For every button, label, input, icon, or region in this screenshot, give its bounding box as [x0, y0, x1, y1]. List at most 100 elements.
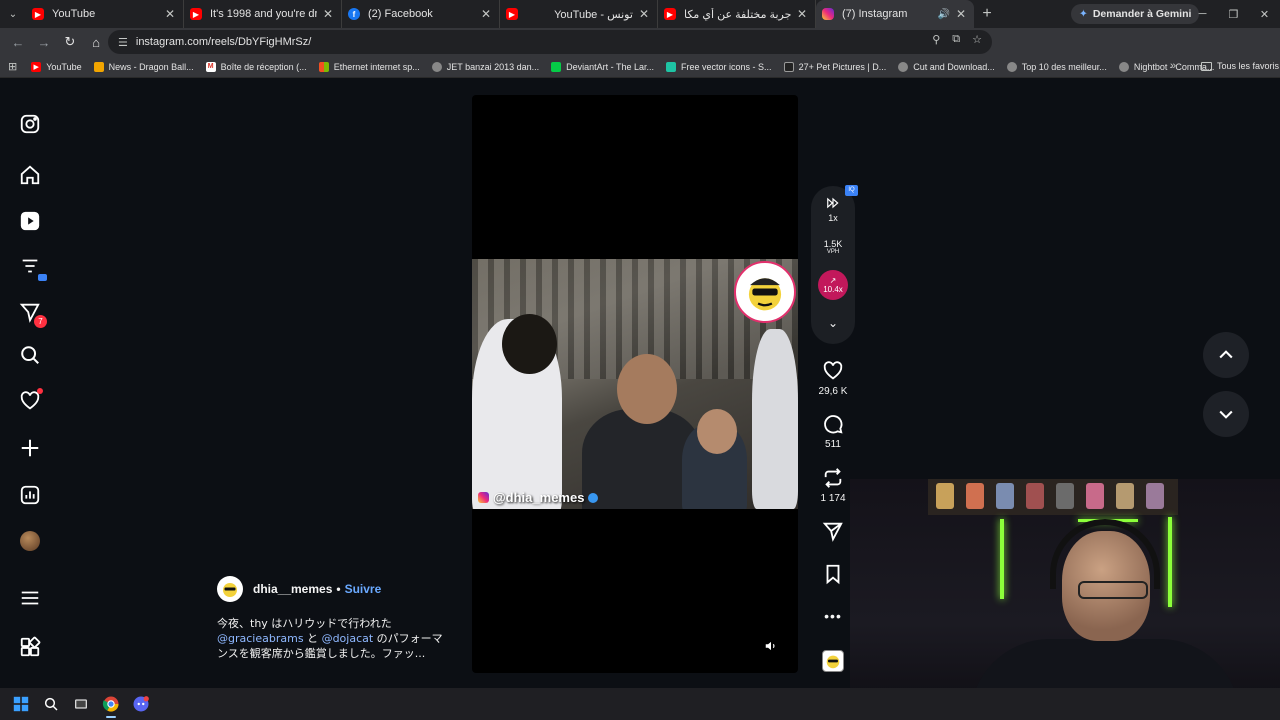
more-bookmarks-icon[interactable]: »	[1170, 60, 1176, 72]
bookmark-item[interactable]: Cut and Download...	[898, 61, 995, 72]
close-icon[interactable]: ✕	[956, 7, 966, 21]
bookmark-item[interactable]: 27+ Pet Pictures | D...	[783, 61, 886, 72]
back-icon[interactable]: ←	[6, 30, 30, 54]
globe-icon	[1118, 61, 1129, 72]
home-icon[interactable]: ⌂	[84, 30, 108, 54]
dashboard-icon[interactable]	[18, 483, 42, 507]
save-button[interactable]	[816, 563, 850, 589]
facebook-favicon-icon: f	[348, 8, 360, 20]
bookmark-item[interactable]: Ethernet internet sp...	[318, 61, 420, 72]
reel-player[interactable]: @dhia_memes	[472, 95, 798, 673]
audio-avatar[interactable]	[822, 650, 844, 672]
share-button[interactable]	[816, 520, 850, 546]
task-view-icon[interactable]	[66, 689, 96, 719]
home-icon[interactable]	[18, 163, 42, 187]
bookmark-item[interactable]: M Boîte de réception (...	[205, 61, 307, 72]
bookmark-item[interactable]: Top 10 des meilleur...	[1006, 61, 1107, 72]
bookmark-star-icon[interactable]: ☆	[972, 33, 982, 46]
repost-button[interactable]: 1 174	[816, 467, 850, 504]
forward-icon[interactable]: →	[32, 30, 56, 54]
youtube-favicon-icon: ▶	[506, 8, 518, 20]
more-menu-icon[interactable]	[18, 586, 42, 610]
mention-link[interactable]: @gracieabrams	[217, 632, 304, 645]
reel-stats-extension: 1x 1.5K VPH ↗ 10.4x ⌄	[811, 186, 855, 344]
address-bar[interactable]: ☰ instagram.com/reels/DbYFigHMrSz/ ⚲ ⧉ ☆	[108, 30, 992, 54]
vph-label: VPH	[826, 249, 840, 255]
like-button[interactable]: 29,6 K	[816, 360, 850, 397]
search-icon[interactable]	[18, 343, 42, 367]
search-icon[interactable]	[36, 689, 66, 719]
meme-face-sticker	[734, 261, 796, 323]
author-username[interactable]: dhia__memes	[253, 582, 332, 596]
collectible-figure	[1056, 483, 1074, 509]
browser-tab[interactable]: ▶ YouTube - تونس ✕	[500, 0, 658, 28]
bookmark-item[interactable]: DeviantArt - The Lar...	[551, 61, 654, 72]
more-options-icon[interactable]: •••	[816, 608, 850, 624]
messages-icon[interactable]: 7	[18, 300, 47, 328]
gemini-sparkle-icon: ✦	[1079, 8, 1088, 20]
gemini-button[interactable]: ✦ Demander à Gemini	[1071, 4, 1200, 24]
close-icon[interactable]: ✕	[481, 7, 491, 21]
instagram-logo-icon[interactable]	[18, 112, 42, 136]
author-avatar[interactable]	[217, 576, 243, 602]
zoom-icon[interactable]: ⚲	[932, 33, 940, 46]
headset	[1050, 519, 1160, 589]
bookmark-item[interactable]: News - Dragon Ball...	[93, 61, 194, 72]
speaker-icon[interactable]: 🔊	[937, 9, 949, 20]
bookmark-item[interactable]: Free vector icons - S...	[666, 61, 772, 72]
previous-reel-button[interactable]	[1203, 332, 1249, 378]
caption-text[interactable]: 今夜、thy はハリウッドで行われた @gracieabrams と @doja…	[217, 616, 457, 661]
reels-icon[interactable]	[18, 209, 42, 233]
chrome-taskbar-icon[interactable]	[96, 689, 126, 719]
gmail-icon: M	[205, 61, 216, 72]
browser-tab[interactable]: f (2) Facebook ✕	[342, 0, 500, 28]
bookmark-item[interactable]: JET banzai 2013 dan...	[431, 61, 540, 72]
messages-badge: 7	[34, 315, 47, 328]
volume-icon[interactable]	[764, 639, 780, 655]
bookmark-label: Cut and Download...	[913, 61, 995, 72]
windows-start-icon[interactable]	[6, 689, 36, 719]
multiplier-value: 10.4x	[823, 285, 843, 294]
close-icon[interactable]: ✕	[323, 7, 333, 21]
browser-tab[interactable]: ▶ YouTube ✕	[26, 0, 184, 28]
minimize-icon[interactable]: ─	[1187, 0, 1218, 28]
bookmark-item[interactable]: ▶ YouTube	[31, 61, 82, 72]
chevron-down-icon[interactable]: ⌄	[811, 316, 855, 330]
bookmark-label: JET banzai 2013 dan...	[446, 61, 540, 72]
site-info-icon[interactable]: ☰	[118, 36, 128, 49]
also-from-meta-icon[interactable]	[18, 635, 42, 659]
reel-video-frame[interactable]: @dhia_memes	[472, 259, 798, 509]
close-icon[interactable]: ✕	[165, 7, 175, 21]
mention-link[interactable]: @dojacat	[322, 632, 374, 645]
all-bookmarks-button[interactable]: Tous les favoris	[1201, 61, 1279, 71]
multiplier-badge[interactable]: ↗ 10.4x	[818, 270, 848, 300]
profile-avatar[interactable]	[18, 529, 42, 553]
comment-button[interactable]: 511	[816, 413, 850, 450]
bookmarks-bar: ⊞ ▶ YouTube News - Dragon Ball... M Boîte …	[0, 56, 1280, 78]
close-icon[interactable]: ✕	[639, 7, 649, 21]
follow-button[interactable]: Suivre	[345, 582, 382, 596]
close-icon[interactable]: ✕	[797, 7, 807, 21]
window-controls: ─ ❐ ✕	[1187, 0, 1280, 28]
browser-tab[interactable]: ▶ It's 1998 and you're drifting in t ✕	[184, 0, 342, 28]
new-tab-button[interactable]: +	[974, 5, 1000, 23]
browser-tab-active[interactable]: (7) Instagram 🔊 ✕	[816, 0, 974, 28]
filter-extension-icon[interactable]	[18, 254, 47, 281]
restore-icon[interactable]: ❐	[1218, 0, 1249, 28]
discord-taskbar-icon[interactable]	[126, 689, 156, 719]
instagram-favicon-icon	[822, 8, 834, 20]
close-window-icon[interactable]: ✕	[1249, 0, 1280, 28]
install-app-icon[interactable]: ⧉	[952, 33, 960, 46]
reload-icon[interactable]: ↻	[58, 30, 82, 54]
create-plus-icon[interactable]	[18, 436, 42, 460]
comment-count: 511	[825, 439, 841, 450]
instagram-icon	[478, 492, 489, 503]
next-reel-button[interactable]	[1203, 391, 1249, 437]
browser-tab[interactable]: ▶ ليه جزيرة جربة مختلفة عن أي مكا ✕	[658, 0, 816, 28]
apps-grid-icon[interactable]: ⊞	[8, 60, 17, 73]
tab-title: YouTube - تونس	[554, 8, 633, 21]
notifications-heart-icon[interactable]	[18, 388, 43, 413]
playback-speed-control[interactable]: 1x	[811, 196, 855, 223]
tab-search-dropdown[interactable]: ⌄	[0, 0, 26, 28]
tab-title: (7) Instagram	[842, 8, 908, 20]
